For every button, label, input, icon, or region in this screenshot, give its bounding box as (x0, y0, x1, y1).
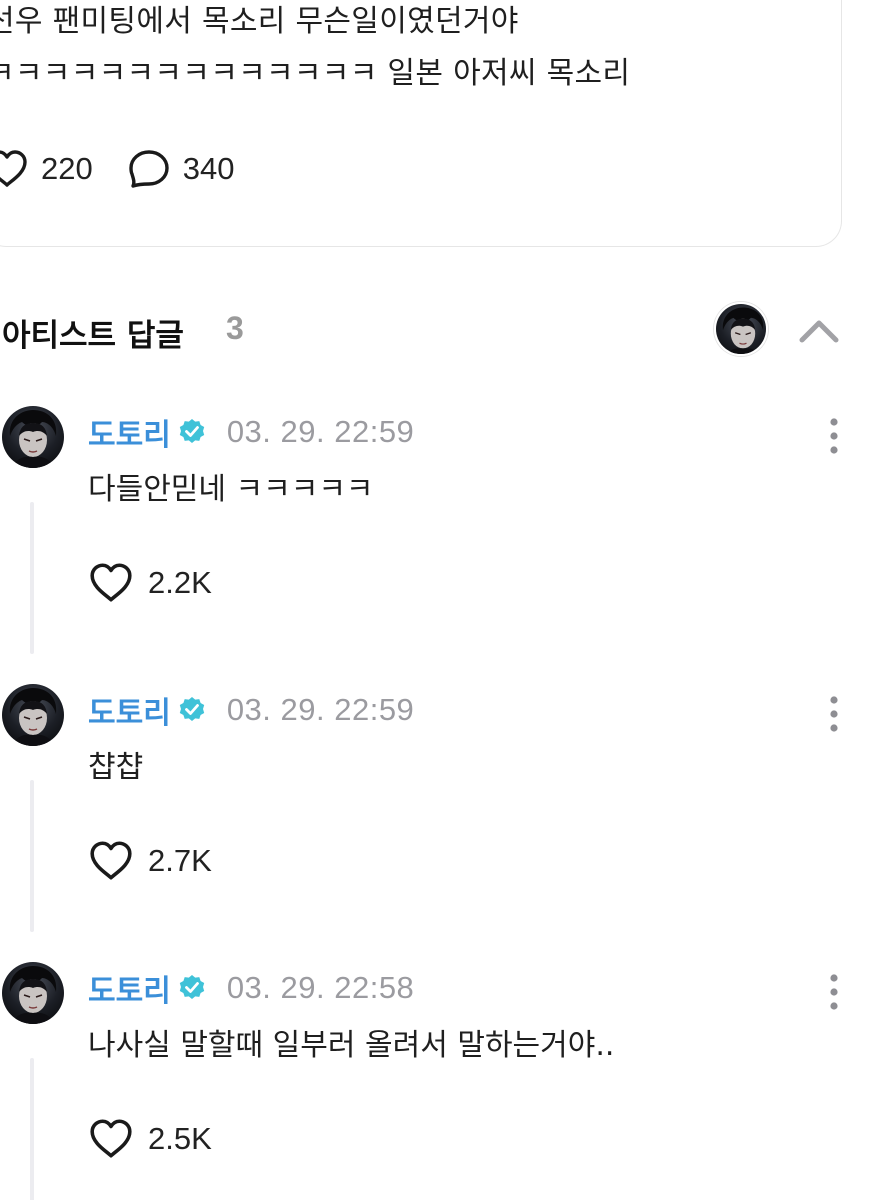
author-name[interactable]: 도토리 (88, 410, 171, 454)
original-post-card[interactable]: 선우 팬미팅에서 목소리 무슨일이였던거야 ㅋㅋㅋㅋㅋㅋㅋㅋㅋㅋㅋㅋㅋㅋ 일본 … (0, 0, 842, 247)
reply-like-button[interactable]: 2.7K (88, 840, 212, 882)
thread-line (30, 502, 34, 654)
heart-outline-icon (0, 150, 27, 187)
reply-header: 도토리 03. 29. 22:58 (88, 966, 415, 1010)
heart-outline-icon (90, 1119, 132, 1158)
heart-outline-icon (90, 841, 132, 880)
reply-like-count: 2.5K (148, 1121, 212, 1156)
more-options-button[interactable] (820, 694, 848, 734)
reply-like-count: 2.2K (148, 565, 212, 600)
author-name[interactable]: 도토리 (88, 688, 171, 732)
artist-replies-title: 아티스트 답글 (2, 318, 184, 354)
avatar[interactable] (2, 406, 64, 468)
reply-text: 나사실 말할때 일부러 올려서 말하는거야.. (88, 1028, 615, 1063)
post-stats: 220 340 (0, 148, 268, 190)
post-text-line: 선우 팬미팅에서 목소리 무슨일이였던거야 (0, 4, 519, 39)
vertical-ellipsis-icon (830, 696, 838, 732)
reply-header: 도토리 03. 29. 22:59 (88, 410, 415, 454)
post-comment-count: 340 (182, 151, 235, 186)
artist-replies-header[interactable]: 아티스트 답글 3 (0, 300, 887, 360)
reply-header: 도토리 03. 29. 22:59 (88, 688, 415, 732)
verified-badge-icon (179, 419, 205, 443)
speech-bubble-outline-icon (129, 150, 169, 188)
vertical-ellipsis-icon (830, 418, 838, 454)
reply-text: 다들안믿네 ㅋㅋㅋㅋㅋ (88, 472, 374, 507)
more-options-button[interactable] (820, 416, 848, 456)
more-options-button[interactable] (820, 972, 848, 1012)
avatar[interactable] (2, 962, 64, 1024)
reply-like-button[interactable]: 2.2K (88, 562, 212, 604)
post-text-line: ㅋㅋㅋㅋㅋㅋㅋㅋㅋㅋㅋㅋㅋㅋ 일본 아저씨 목소리 (0, 56, 631, 91)
post-comment-button[interactable]: 340 (127, 148, 235, 190)
thread-line (30, 1058, 34, 1200)
heart-outline-icon (90, 563, 132, 602)
post-like-count: 220 (41, 151, 93, 186)
thread-line (30, 780, 34, 932)
reply-timestamp: 03. 29. 22:58 (226, 970, 415, 1005)
vertical-ellipsis-icon (830, 974, 838, 1010)
post-like-button[interactable]: 220 (0, 149, 93, 189)
verified-badge-icon (179, 697, 205, 721)
collapse-replies-button[interactable] (794, 312, 844, 348)
author-name[interactable]: 도토리 (88, 966, 171, 1010)
reply-like-count: 2.7K (148, 843, 212, 878)
artist-avatar (714, 302, 768, 356)
reply-text: 챱챱 (88, 750, 144, 785)
reply-like-button[interactable]: 2.5K (88, 1118, 212, 1160)
verified-badge-icon (179, 975, 205, 999)
thread-screen: 선우 팬미팅에서 목소리 무슨일이였던거야 ㅋㅋㅋㅋㅋㅋㅋㅋㅋㅋㅋㅋㅋㅋ 일본 … (0, 0, 887, 1200)
reply-timestamp: 03. 29. 22:59 (226, 414, 415, 449)
chevron-up-icon (799, 320, 839, 343)
artist-replies-count: 3 (226, 310, 244, 346)
post-body: 선우 팬미팅에서 목소리 무슨일이였던거야 ㅋㅋㅋㅋㅋㅋㅋㅋㅋㅋㅋㅋㅋㅋ 일본 … (0, 0, 630, 100)
reply-timestamp: 03. 29. 22:59 (226, 692, 415, 727)
avatar[interactable] (2, 684, 64, 746)
